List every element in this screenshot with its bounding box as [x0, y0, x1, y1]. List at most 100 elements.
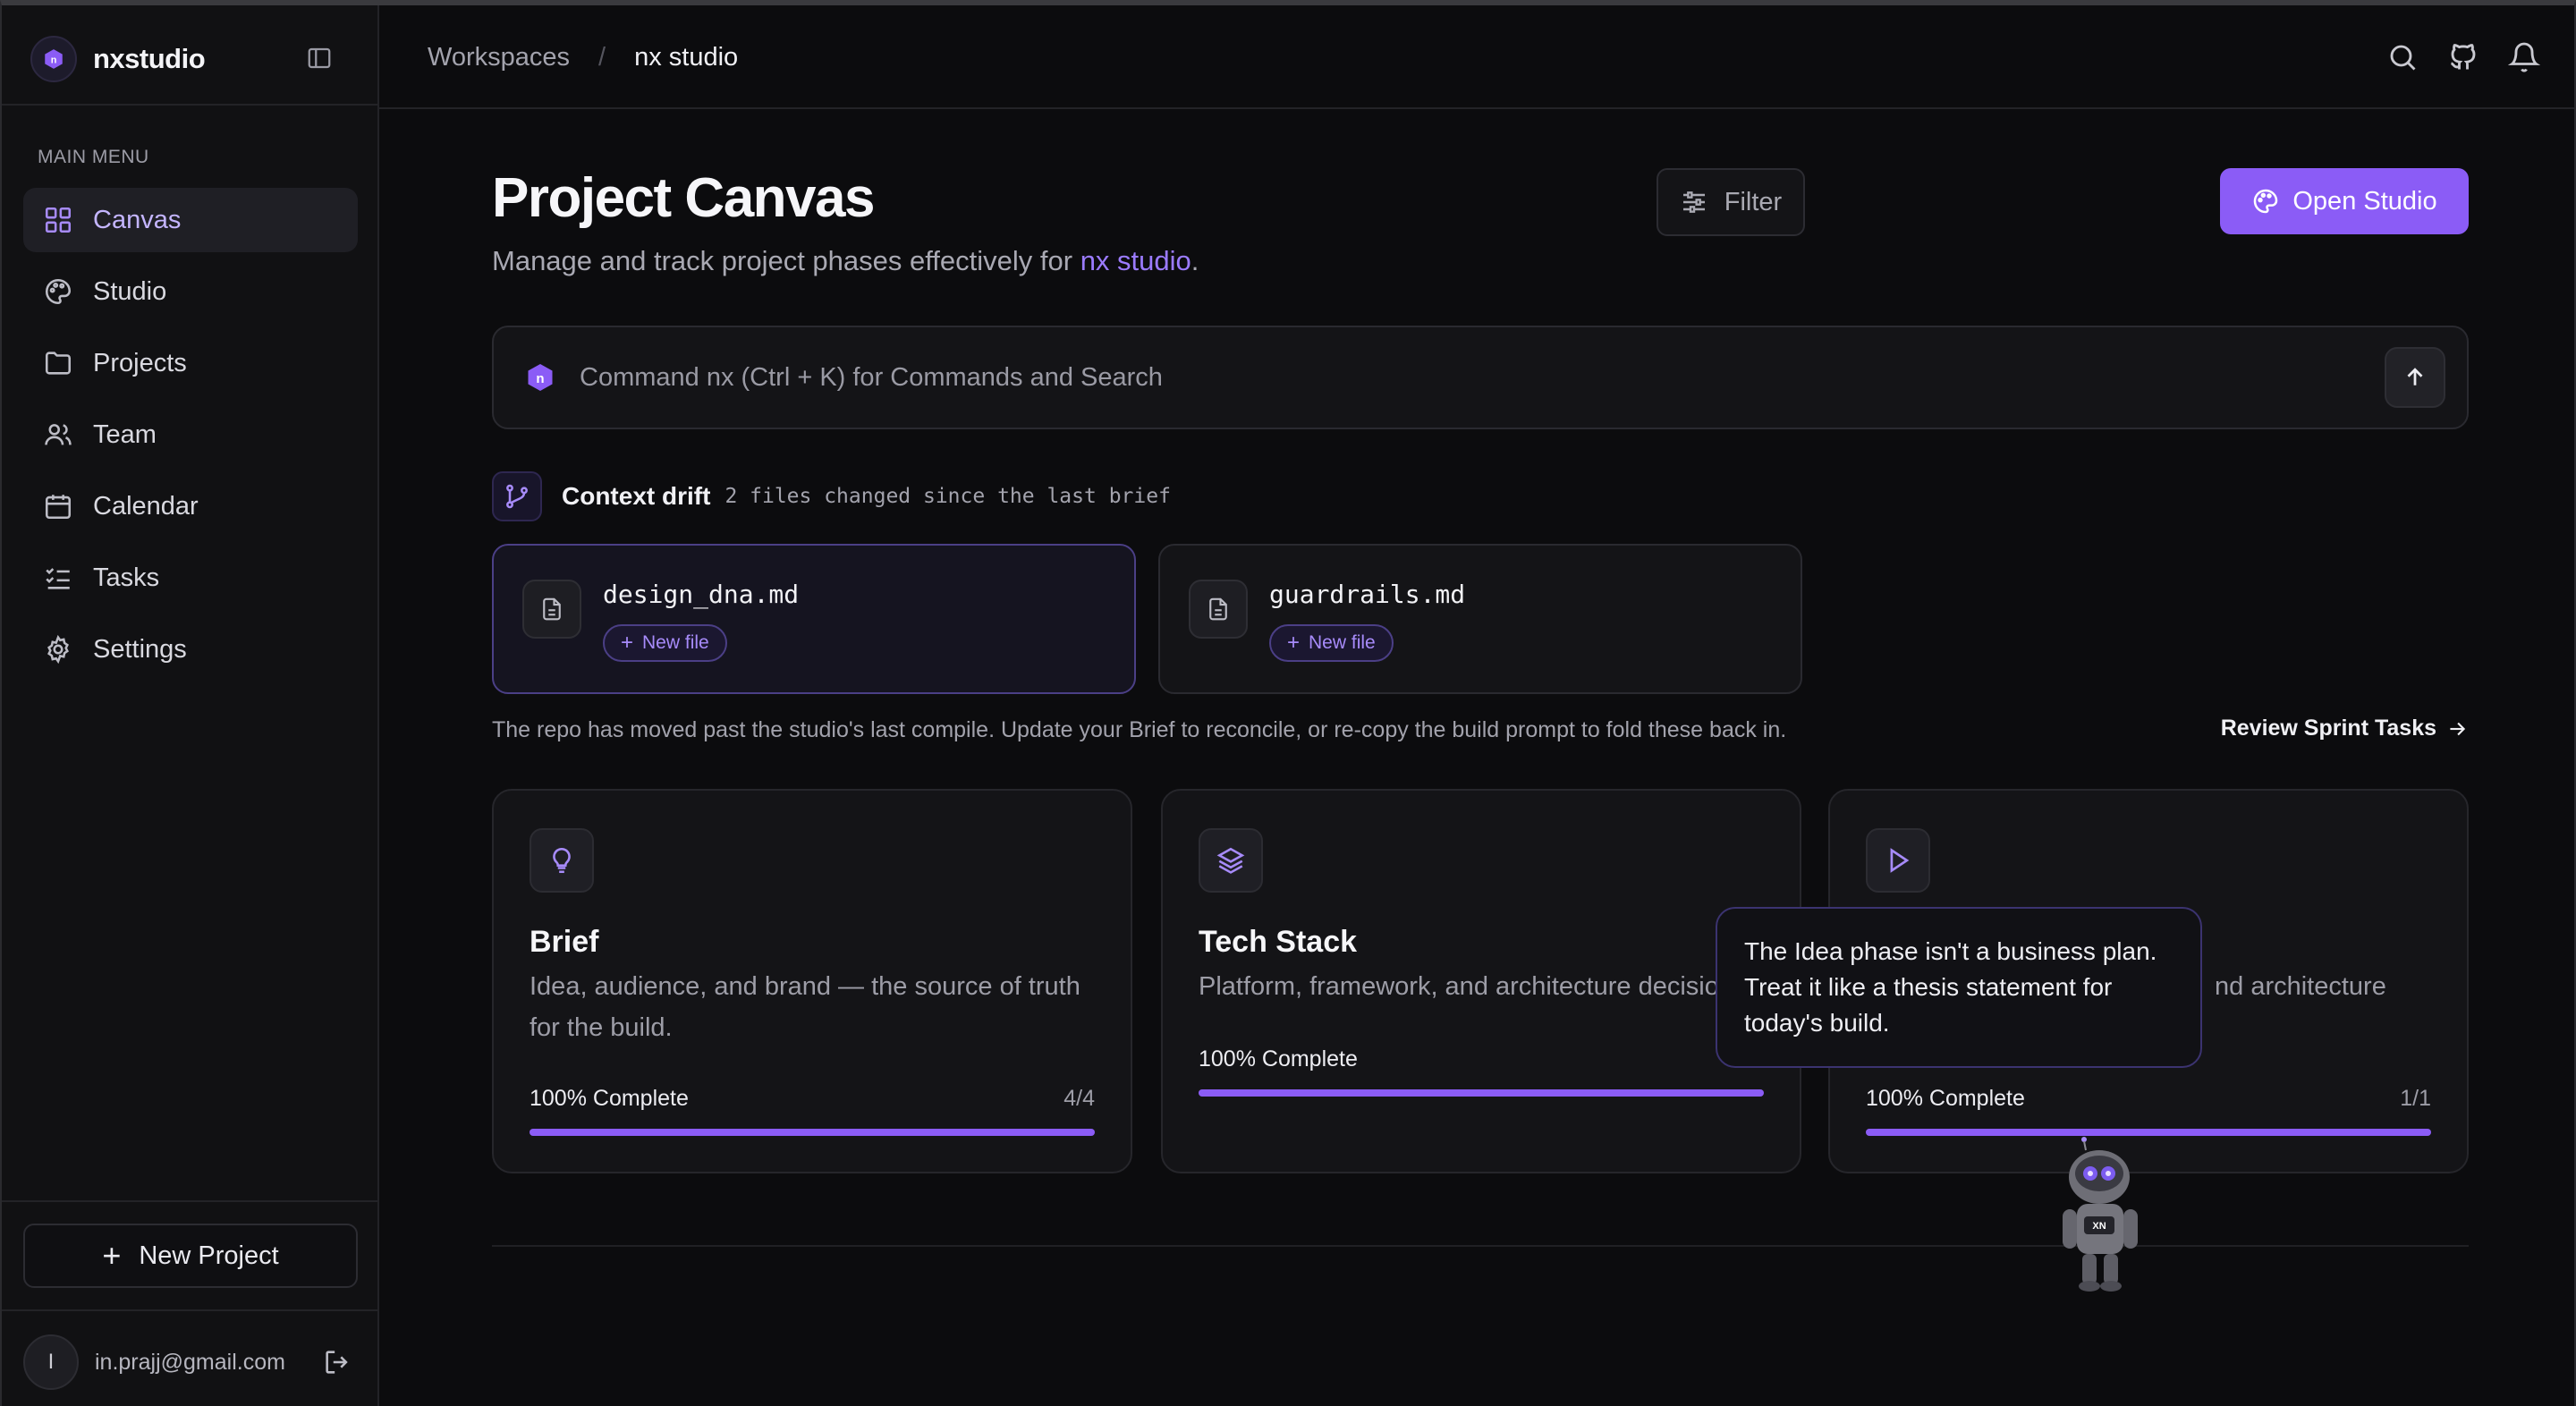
phase-card-brief[interactable]: Brief Idea, audience, and brand — the so…: [492, 789, 1132, 1173]
changed-file-card[interactable]: guardrails.md + New file: [1158, 544, 1802, 694]
filter-label: Filter: [1724, 187, 1783, 216]
folder-icon: [45, 352, 72, 375]
context-drift-title: Context drift: [562, 482, 711, 510]
sidebar-item-studio[interactable]: Studio: [23, 259, 358, 324]
search-icon[interactable]: [2386, 41, 2419, 73]
brand[interactable]: n nxstudio: [30, 32, 206, 86]
sidebar-divider: [2, 1309, 377, 1311]
sidebar-item-tasks[interactable]: Tasks: [23, 546, 358, 610]
project-link[interactable]: nx studio: [1080, 245, 1191, 276]
phase-title: Tech Stack: [1199, 925, 1358, 959]
phase-count: 4/4: [1063, 1086, 1095, 1111]
breadcrumb-separator: /: [598, 43, 606, 72]
phase-card-tech-stack[interactable]: Tech Stack Platform, framework, and arch…: [1161, 789, 1801, 1173]
git-branch-icon: [492, 471, 542, 521]
sidebar-divider: [2, 1200, 377, 1202]
filter-button[interactable]: Filter: [1657, 168, 1805, 236]
content-divider: [492, 1245, 2469, 1247]
menu-heading: MAIN MENU: [38, 147, 149, 167]
review-link-label: Review Sprint Tasks: [2220, 716, 2436, 741]
new-project-label: New Project: [139, 1241, 279, 1270]
arrow-up-icon: [2407, 368, 2423, 385]
svg-text:n: n: [51, 55, 57, 65]
context-drift-meta: 2 files changed since the last brief: [724, 485, 1171, 508]
open-studio-button[interactable]: Open Studio: [2220, 168, 2469, 234]
phase-description: nd architecture: [2215, 972, 2386, 1001]
grid-icon: [45, 207, 72, 233]
new-file-badge: + New file: [603, 624, 727, 662]
new-project-button[interactable]: + New Project: [23, 1224, 358, 1288]
github-icon[interactable]: [2447, 41, 2479, 73]
brand-name: nxstudio: [93, 43, 206, 74]
plus-icon: +: [621, 631, 634, 655]
command-input[interactable]: [580, 362, 2385, 393]
page-subtitle-text: Manage and track project phases effectiv…: [492, 245, 1080, 276]
calendar-icon: [45, 495, 72, 520]
sidebar-toggle-icon[interactable]: [304, 45, 340, 75]
sidebar-item-projects[interactable]: Projects: [23, 331, 358, 395]
breadcrumb-current: nx studio: [634, 43, 739, 72]
drift-note: The repo has moved past the studio's las…: [492, 717, 1787, 742]
sidebar-item-label: Studio: [93, 276, 167, 306]
file-name: guardrails.md: [1269, 580, 1466, 609]
context-drift-header: Context drift 2 files changed since the …: [492, 470, 1171, 522]
svg-text:n: n: [536, 371, 544, 386]
sidebar-item-label: Canvas: [93, 205, 182, 234]
phase-progress-label: 100% Complete: [1866, 1086, 2025, 1111]
bell-icon[interactable]: [2508, 41, 2540, 73]
phase-progress-fill: [1199, 1089, 1764, 1097]
phase-description: Idea, audience, and brand — the source o…: [530, 972, 1080, 1042]
top-actions: [2358, 41, 2540, 73]
sidebar-item-team[interactable]: Team: [23, 402, 358, 467]
review-sprint-tasks-link[interactable]: Review Sprint Tasks: [2221, 716, 2469, 741]
arrow-right-icon: [2450, 722, 2466, 735]
user-email: in.prajj@gmail.com: [95, 1349, 285, 1375]
gear-icon: [47, 634, 69, 665]
phase-progress-fill: [530, 1129, 1095, 1136]
phase-description: Platform, framework, and architecture de…: [1199, 972, 1735, 1001]
sidebar-divider: [2, 104, 377, 106]
sliders-icon: [1682, 191, 1705, 213]
palette-icon: [2254, 189, 2278, 214]
main-menu: Canvas Studio Projects Team Calendar Tas…: [23, 188, 358, 689]
open-studio-label: Open Studio: [2292, 186, 2437, 216]
phase-count: 1/1: [2400, 1086, 2431, 1111]
page-title: Project Canvas: [492, 167, 876, 229]
file-name: design_dna.md: [603, 580, 800, 609]
user-profile[interactable]: I in.prajj@gmail.com: [23, 1333, 358, 1392]
list-checks-icon: [46, 568, 70, 589]
page-subtitle: Manage and track project phases effectiv…: [492, 245, 1199, 277]
breadcrumb-workspaces[interactable]: Workspaces: [428, 43, 570, 72]
submit-button[interactable]: [2385, 347, 2445, 408]
palette-icon: [45, 278, 72, 305]
sidebar-item-label: Settings: [93, 634, 187, 664]
phase-progress-bar: [1199, 1089, 1764, 1097]
robot-mascot[interactable]: XN: [2050, 1134, 2157, 1295]
plus-icon: +: [102, 1237, 122, 1274]
sidebar-item-label: Tasks: [93, 563, 160, 592]
phase-title: Brief: [530, 925, 599, 959]
badge-label: New file: [642, 632, 709, 653]
sidebar-item-label: Team: [93, 419, 157, 449]
top-bar: Workspaces / nx studio: [379, 5, 2574, 109]
phase-progress-label: 100% Complete: [530, 1086, 689, 1111]
phase-progress-bar: [530, 1129, 1095, 1136]
sidebar-item-settings[interactable]: Settings: [23, 617, 358, 682]
sidebar-item-label: Calendar: [93, 491, 199, 521]
sidebar-item-label: Projects: [93, 348, 187, 377]
lightbulb-icon: [530, 828, 594, 893]
robot-chest-label: XN: [2092, 1221, 2106, 1232]
phase-progress-label: 100% Complete: [1199, 1046, 1358, 1071]
layers-icon: [1199, 828, 1263, 893]
brand-logo-icon: n: [30, 36, 77, 82]
file-icon: [522, 580, 581, 639]
badge-label: New file: [1309, 632, 1376, 653]
phase-tooltip: The Idea phase isn't a business plan. Tr…: [1716, 907, 2202, 1068]
sidebar-item-canvas[interactable]: Canvas: [23, 188, 358, 252]
logout-icon[interactable]: [322, 1347, 352, 1377]
page-subtitle-end: .: [1191, 245, 1199, 276]
changed-file-card[interactable]: design_dna.md + New file: [492, 544, 1136, 694]
sidebar-item-calendar[interactable]: Calendar: [23, 474, 358, 538]
plus-icon: +: [1287, 631, 1301, 655]
file-icon: [1189, 580, 1248, 639]
